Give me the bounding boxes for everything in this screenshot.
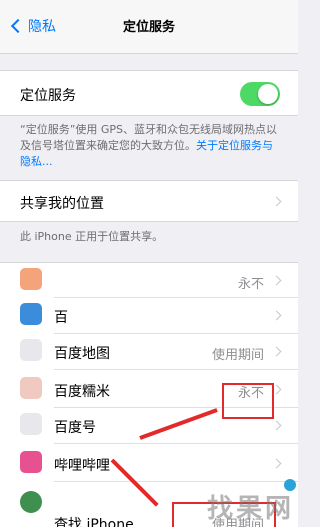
app-name: 查找 iPhone	[54, 517, 134, 527]
app-row-baidu-map[interactable]: 百度地图 使用期间	[0, 334, 298, 370]
chevron-right-icon	[271, 420, 282, 431]
chevron-right-icon	[271, 310, 282, 321]
baidu-nuomi-icon	[20, 377, 42, 399]
annotation-highlight-box	[222, 383, 274, 419]
app-status: 使用期间	[211, 348, 264, 363]
app-icon	[20, 303, 42, 325]
app-name: 百度糯米	[54, 384, 110, 400]
location-services-description: “定位服务”使用 GPS、蓝牙和众包无线局域网热点以及信号塔位置来确定您的大致方…	[20, 122, 282, 170]
bilibili-icon	[20, 451, 42, 473]
chevron-right-icon	[271, 346, 282, 357]
app-row-1[interactable]: 永不	[0, 262, 298, 298]
chevron-right-icon	[271, 196, 282, 207]
baidu-hao-icon	[20, 413, 42, 435]
location-services-row: 定位服务	[0, 70, 298, 116]
location-services-screen: 隐私 定位服务 定位服务 “定位服务”使用 GPS、蓝牙和众包无线局域网热点以及…	[0, 0, 298, 527]
baidu-map-icon	[20, 339, 42, 361]
page-title: 定位服务	[122, 20, 175, 35]
watermark: 找果网	[206, 494, 294, 524]
app-name: 百度号	[54, 420, 96, 436]
location-services-toggle[interactable]	[240, 82, 280, 106]
navigation-bar: 隐私 定位服务	[0, 0, 298, 54]
toggle-knob	[258, 84, 278, 104]
app-row-2[interactable]: 百	[0, 298, 298, 334]
share-my-location-row[interactable]: 共享我的位置	[0, 180, 298, 222]
share-footer: 此 iPhone 正用于位置共享。	[20, 230, 164, 243]
app-name: 百度地图	[54, 346, 110, 362]
share-my-location-label: 共享我的位置	[20, 196, 104, 212]
app-status: 永不	[237, 277, 264, 292]
find-iphone-icon	[20, 491, 42, 513]
chevron-right-icon	[271, 275, 282, 286]
app-name: 哔哩哔哩	[54, 458, 110, 474]
location-services-label: 定位服务	[20, 88, 76, 104]
app-name: 百	[54, 310, 68, 326]
app-icon	[20, 268, 42, 290]
app-row-bilibili[interactable]: 哔哩哔哩	[0, 444, 298, 482]
chevron-right-icon	[271, 458, 282, 469]
